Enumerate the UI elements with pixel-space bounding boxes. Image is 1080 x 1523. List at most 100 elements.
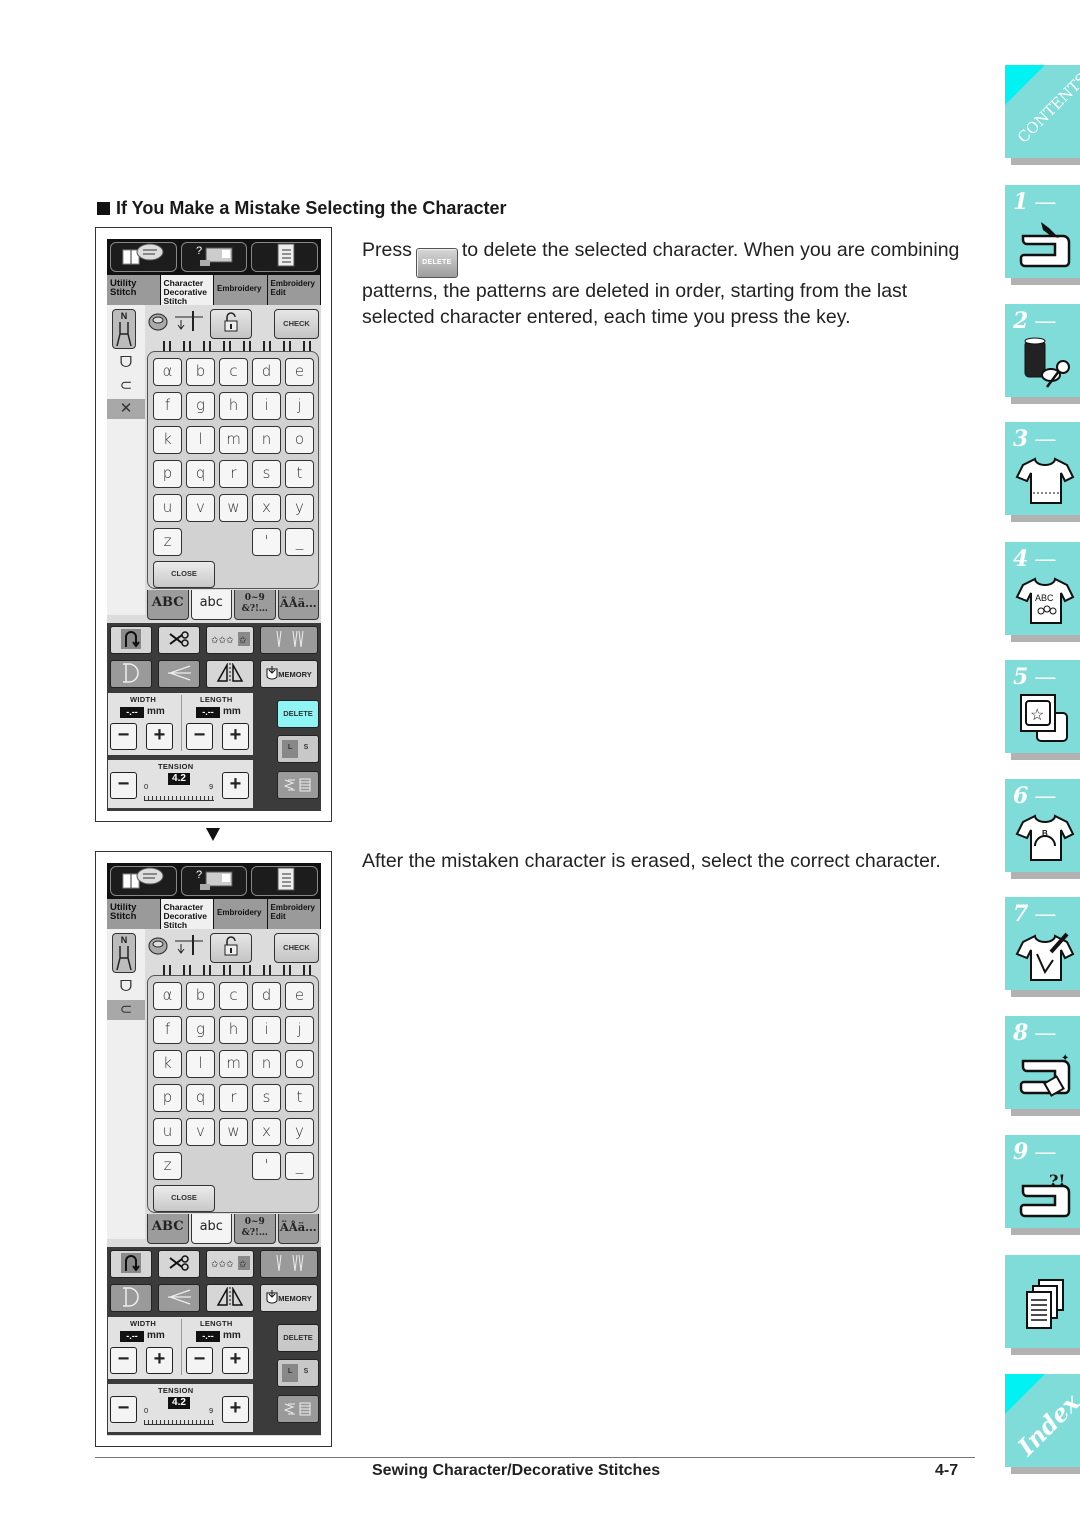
character-key[interactable]: r [219,460,248,488]
width-decrease-button[interactable]: − [110,1347,137,1374]
tension-increase-button[interactable]: + [222,1396,249,1423]
tension-increase-button[interactable]: + [222,772,249,799]
character-key[interactable]: α [153,982,182,1010]
character-key[interactable]: q [186,460,215,488]
mode-tab-0[interactable]: Utility Stitch [107,275,161,305]
help-book-button[interactable] [110,866,177,896]
character-key[interactable]: ' [252,1152,281,1180]
character-key[interactable]: p [153,1084,182,1112]
thread-density-button[interactable] [277,771,319,799]
settings-list-button[interactable] [251,242,319,272]
check-button[interactable]: CHECK [274,933,319,963]
character-set-tab-3[interactable]: ÄÅä… [277,1214,319,1244]
memory-button[interactable]: MEMORY [260,1284,318,1312]
character-key[interactable]: w [219,494,248,522]
character-key[interactable]: d [252,358,281,386]
character-key[interactable]: k [153,426,182,454]
character-key[interactable]: v [186,1118,215,1146]
character-key[interactable]: f [153,392,182,420]
stitch-direction-option-2[interactable]: ✕ [107,399,145,419]
mirror-horizontal-button[interactable] [158,660,200,688]
width-increase-button[interactable]: + [146,1347,173,1374]
chapter-tab-contents[interactable]: CONTENTS [1005,65,1080,165]
character-key[interactable]: z [153,1152,182,1180]
character-key[interactable]: v [186,494,215,522]
chapter-tab-chapter-7[interactable]: 7— [1005,897,1080,997]
character-key[interactable]: g [186,1016,215,1044]
width-increase-button[interactable]: + [146,723,173,750]
character-set-tab-1[interactable]: abc [190,1214,232,1244]
chapter-tab-chapter-3[interactable]: 3— [1005,422,1080,522]
character-key[interactable]: x [252,1118,281,1146]
character-key[interactable]: _ [285,528,314,556]
mirror-vertical-button[interactable] [206,660,254,688]
mode-tab-2[interactable]: Embroidery [214,899,268,929]
mode-tab-1[interactable]: Character Decorative Stitch [160,899,214,930]
reverse-stitch-button[interactable] [110,626,152,654]
mode-tab-0[interactable]: Utility Stitch [107,899,161,929]
tension-decrease-button[interactable]: − [110,1396,137,1423]
length-increase-button[interactable]: + [222,723,249,750]
stitch-direction-option-0[interactable]: ᗜ [107,977,145,997]
delete-button[interactable]: DELETE [277,1324,319,1352]
character-key[interactable]: h [219,392,248,420]
character-key[interactable]: x [252,494,281,522]
reverse-stitch-button[interactable] [110,1250,152,1278]
character-key[interactable]: q [186,1084,215,1112]
character-key[interactable]: m [219,426,248,454]
twin-needle-button[interactable] [260,1250,318,1278]
twin-needle-button[interactable] [260,626,318,654]
character-set-tab-2[interactable]: 0~9 &?!… [234,1214,276,1244]
character-key[interactable]: m [219,1050,248,1078]
character-key[interactable]: c [219,982,248,1010]
character-key[interactable]: z [153,528,182,556]
stitch-size-toggle[interactable]: LS [277,735,319,763]
chapter-tab-chapter-8[interactable]: 8— ✦ [1005,1016,1080,1116]
thread-cutter-button[interactable] [158,1250,200,1278]
character-key[interactable]: l [186,426,215,454]
chapter-tab-chapter-5[interactable]: 5— ☆ [1005,660,1080,760]
character-set-tab-1[interactable]: abc [190,590,232,620]
settings-list-button[interactable] [251,866,319,896]
chapter-tab-chapter-appendix[interactable] [1005,1255,1080,1355]
close-button[interactable]: CLOSE [153,561,215,588]
mode-tab-1[interactable]: Character Decorative Stitch [160,275,214,306]
character-key[interactable]: o [285,426,314,454]
presser-foot-button[interactable]: N [112,309,136,349]
small-option[interactable]: S [298,1364,314,1382]
character-key[interactable]: e [285,982,314,1010]
length-decrease-button[interactable]: − [186,1347,213,1374]
character-key[interactable]: e [285,358,314,386]
character-key[interactable]: _ [285,1152,314,1180]
character-key[interactable]: b [186,358,215,386]
character-set-tab-0[interactable]: ABC [147,1214,189,1244]
character-key[interactable]: u [153,1118,182,1146]
mode-tab-2[interactable]: Embroidery [214,275,268,305]
lock-button[interactable] [210,309,252,339]
character-key[interactable]: o [285,1050,314,1078]
character-key[interactable]: u [153,494,182,522]
chapter-tab-chapter-9[interactable]: 9—?! [1005,1135,1080,1235]
character-key[interactable]: y [285,494,314,522]
character-set-tab-0[interactable]: ABC [147,590,189,620]
character-key[interactable]: n [252,1050,281,1078]
thread-cutter-button[interactable] [158,626,200,654]
check-button[interactable]: CHECK [274,309,319,339]
chapter-tab-index[interactable]: Index [1005,1374,1080,1474]
mode-tab-3[interactable]: Embroidery Edit [267,275,321,305]
thread-density-button[interactable] [277,1395,319,1423]
tension-decrease-button[interactable]: − [110,772,137,799]
character-key[interactable]: t [285,460,314,488]
chapter-tab-chapter-4[interactable]: 4— ABC [1005,542,1080,642]
lock-button[interactable] [210,933,252,963]
character-key[interactable]: b [186,982,215,1010]
close-button[interactable]: CLOSE [153,1185,215,1212]
character-key[interactable]: t [285,1084,314,1112]
character-key[interactable]: n [252,426,281,454]
chapter-tab-chapter-6[interactable]: 6— B [1005,779,1080,879]
large-option[interactable]: L [282,1364,298,1382]
chapter-tab-chapter-1[interactable]: 1— [1005,185,1080,285]
chapter-tab-chapter-2[interactable]: 2— [1005,304,1080,404]
character-key[interactable]: y [285,1118,314,1146]
elongation-button[interactable] [110,660,152,688]
